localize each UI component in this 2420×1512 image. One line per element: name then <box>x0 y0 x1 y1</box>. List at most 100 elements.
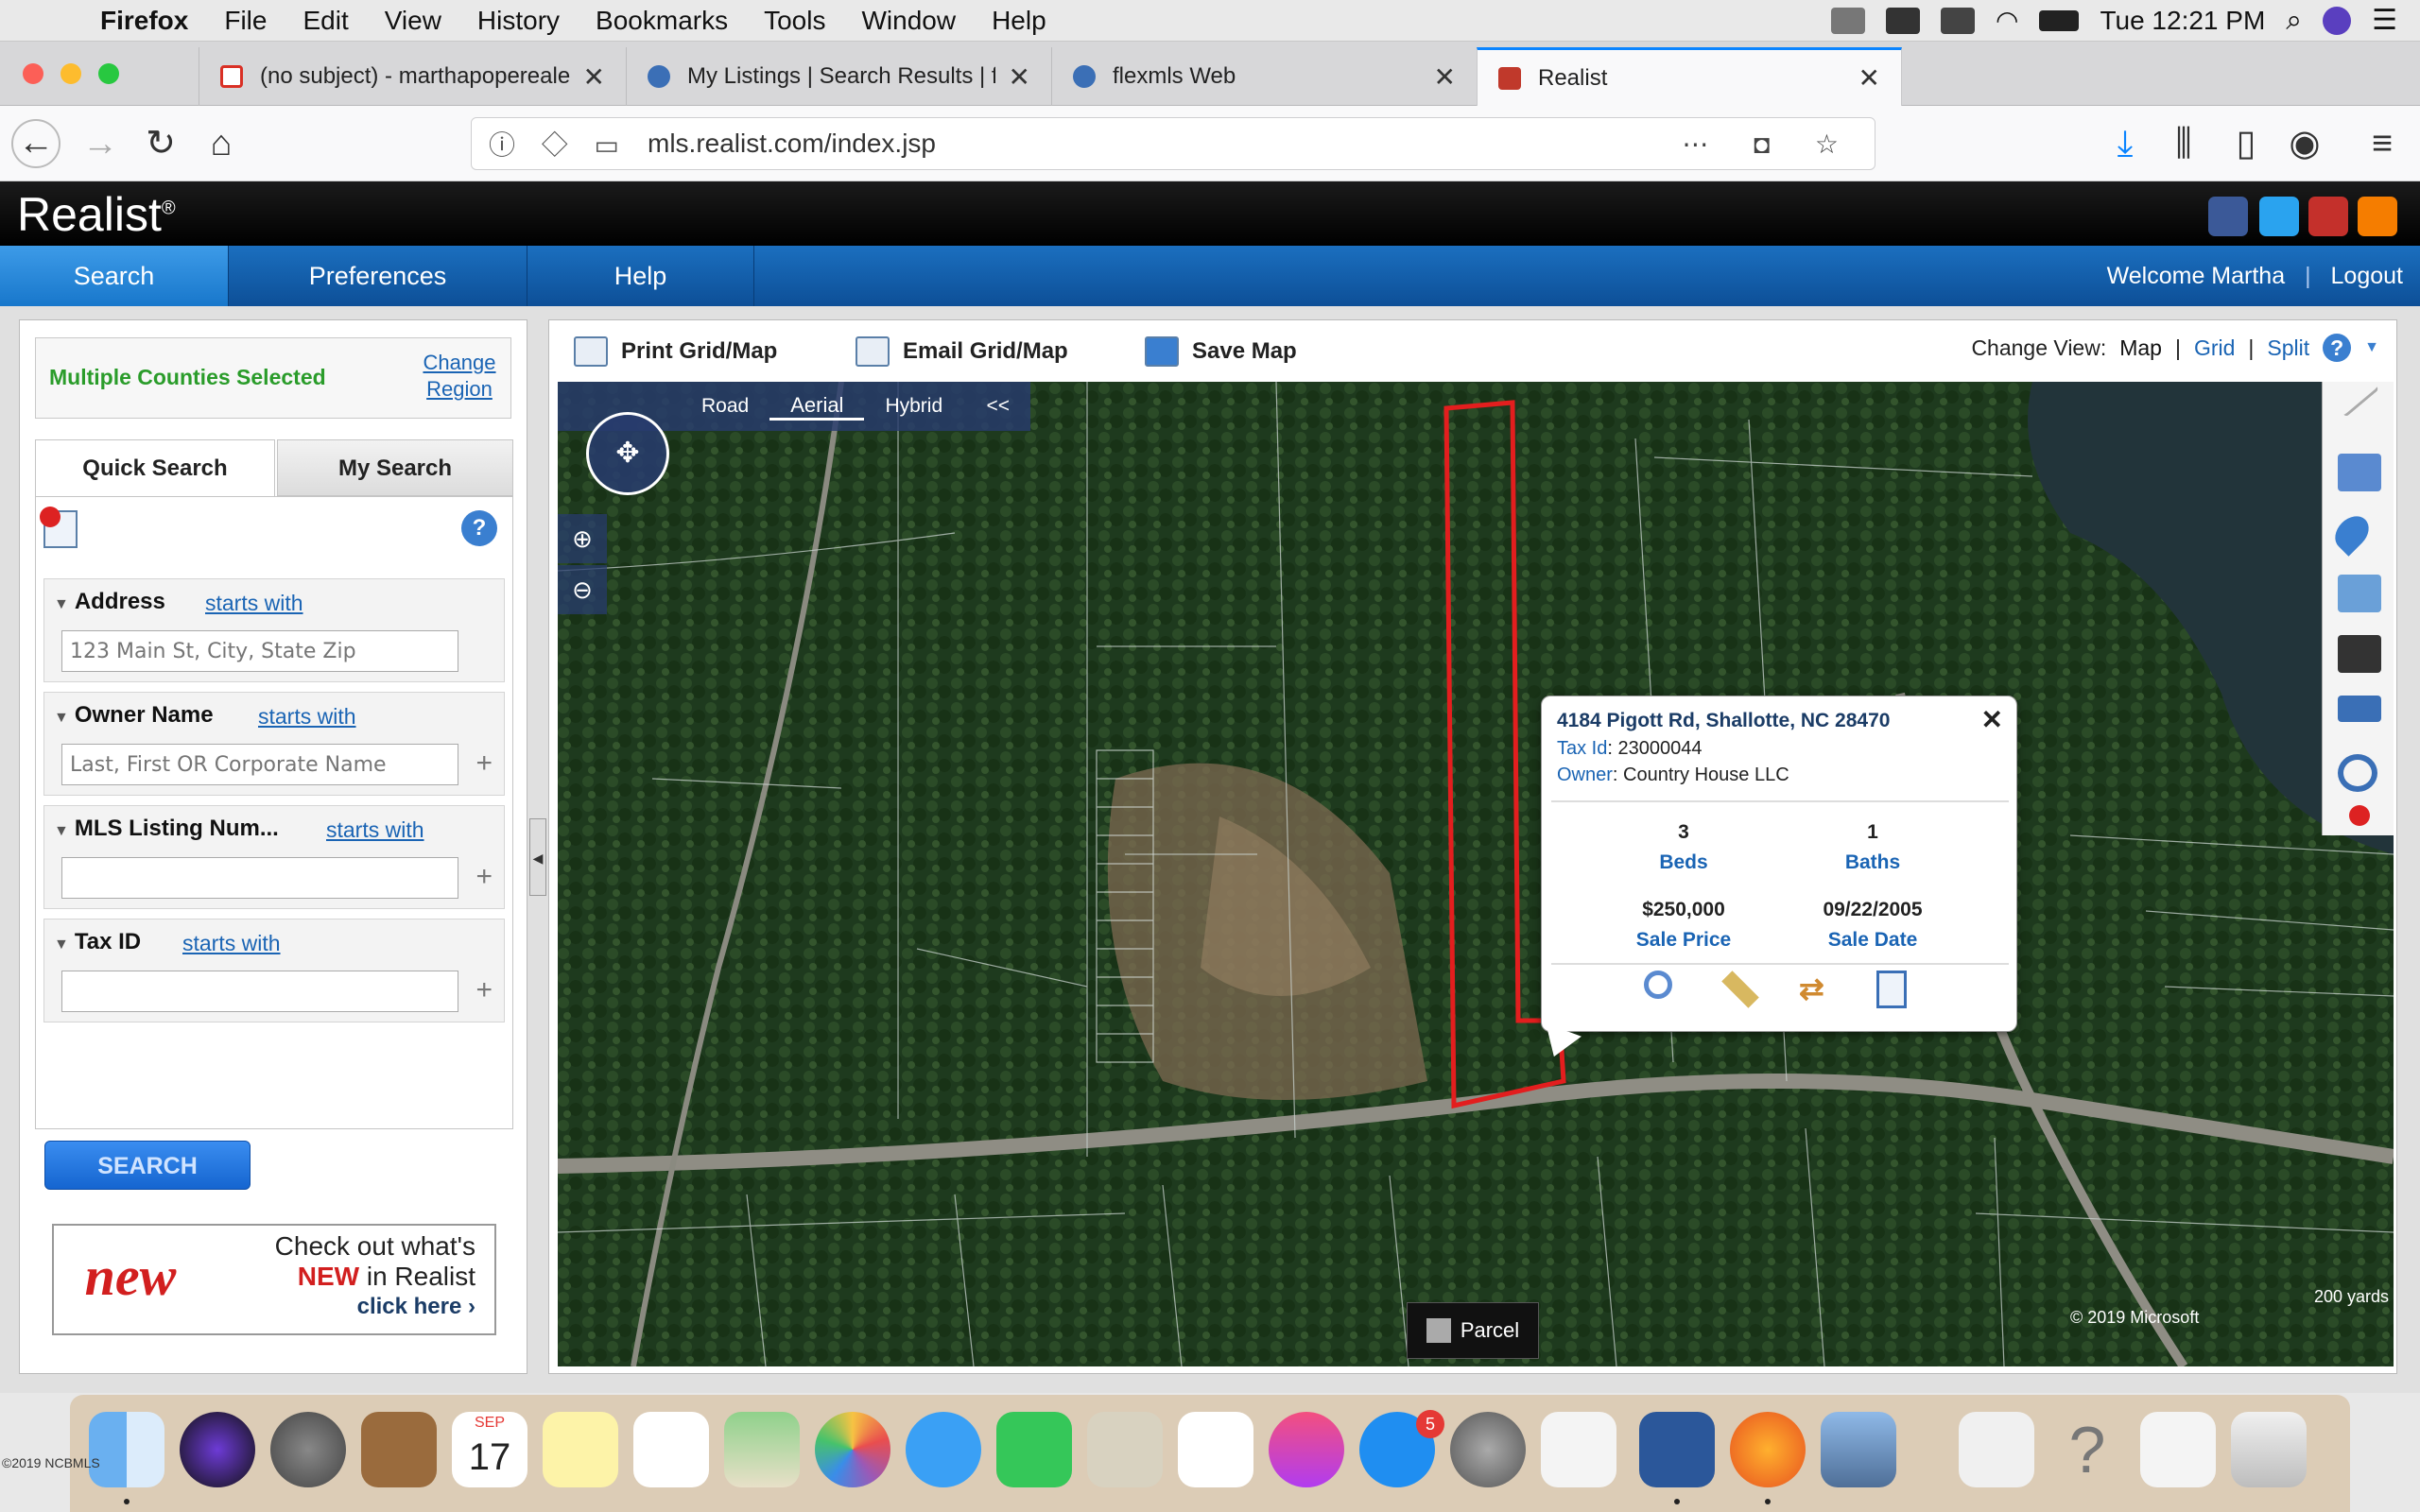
menu-app-name[interactable]: Firefox <box>60 6 206 36</box>
image-capture-icon[interactable] <box>1821 1412 1896 1487</box>
zoom-in-button[interactable]: ⊕ <box>558 514 607 563</box>
siri-icon[interactable] <box>2323 6 2352 35</box>
pan-compass-icon[interactable]: ✥ <box>586 412 669 495</box>
maps-icon[interactable] <box>724 1412 800 1487</box>
map-type-aerial[interactable]: Aerial <box>769 393 865 421</box>
draw-line-icon[interactable] <box>2340 382 2379 418</box>
add-field-icon[interactable]: + <box>475 974 493 1006</box>
facebook-icon[interactable] <box>2208 197 2248 236</box>
messages-icon[interactable] <box>906 1412 981 1487</box>
owner-name-input[interactable] <box>61 744 458 785</box>
menu-edit[interactable]: Edit <box>285 6 366 36</box>
microsoft-word-icon[interactable] <box>1639 1412 1715 1487</box>
itunes-icon[interactable] <box>1269 1412 1344 1487</box>
zoom-out-button[interactable]: ⊖ <box>558 565 607 614</box>
account-icon[interactable]: ◉ <box>2280 119 2329 168</box>
owner-starts-with-link[interactable]: starts with <box>258 704 356 730</box>
checkbox[interactable] <box>1426 1318 1451 1343</box>
wifi-icon[interactable]: ◠ <box>1996 5 2018 36</box>
close-icon[interactable]: ✕ <box>1434 61 1456 93</box>
change-region-link[interactable]: Change Region <box>422 350 497 403</box>
youtube-icon[interactable] <box>2308 197 2348 236</box>
property-address[interactable]: 4184 Pigott Rd, Shallotte, NC 28470 <box>1557 710 1890 732</box>
map-type-road[interactable]: Road <box>681 395 769 418</box>
collapse-triangle-icon[interactable]: ▼ <box>54 596 69 612</box>
tax-id-input[interactable] <box>61 971 458 1012</box>
close-icon[interactable]: ✕ <box>1009 61 1030 93</box>
browser-tab-gmail[interactable]: (no subject) - marthapopereale ✕ <box>199 47 626 106</box>
browser-tab-flexmls[interactable]: flexmls Web ✕ <box>1051 47 1477 106</box>
address-starts-with-link[interactable]: starts with <box>205 591 303 616</box>
firefox-icon[interactable] <box>1730 1412 1806 1487</box>
clock[interactable]: Tue 12:21 PM <box>2100 6 2265 36</box>
display-icon[interactable] <box>1886 7 1920 34</box>
whats-new-promo[interactable]: new Check out what's NEW in Realist clic… <box>52 1224 496 1335</box>
sidebar-icon[interactable]: ▯ <box>2221 119 2271 168</box>
select-area-icon[interactable] <box>2338 454 2381 491</box>
clear-form-icon[interactable] <box>40 507 78 548</box>
swap-arrows-icon[interactable]: ⇄ <box>1799 971 1837 1008</box>
nav-help[interactable]: Help <box>527 246 754 306</box>
page-actions-icon[interactable]: ⋯ ◘ ☆ <box>1682 129 1858 160</box>
binoculars-icon[interactable] <box>2338 635 2381 673</box>
finder-icon[interactable] <box>89 1412 164 1487</box>
preview-doc-icon[interactable] <box>1087 1412 1163 1487</box>
airplay-icon[interactable] <box>1941 7 1975 34</box>
nav-search[interactable]: Search <box>0 246 229 306</box>
add-field-icon[interactable]: + <box>475 747 493 780</box>
report-icon[interactable] <box>1876 971 1907 1008</box>
print-grid-map-button[interactable]: Print Grid/Map <box>574 330 777 373</box>
measure-ruler-icon[interactable] <box>1721 971 1759 1008</box>
back-button[interactable]: ← <box>11 119 60 168</box>
view-split[interactable]: Split <box>2267 335 2309 361</box>
remove-icon[interactable] <box>2349 805 2370 826</box>
window-close-button[interactable] <box>23 63 43 84</box>
numbers-icon[interactable] <box>1178 1412 1253 1487</box>
tab-quick-search[interactable]: Quick Search <box>35 439 275 498</box>
system-preferences-icon[interactable] <box>1450 1412 1526 1487</box>
nav-preferences[interactable]: Preferences <box>229 246 527 306</box>
siri-icon[interactable] <box>180 1412 255 1487</box>
parcel-toggle[interactable]: Parcel <box>1407 1302 1539 1359</box>
notes-icon[interactable] <box>543 1412 618 1487</box>
menu-window[interactable]: Window <box>843 6 974 36</box>
library-icon[interactable]: ⫼ <box>2159 119 2208 168</box>
search-button[interactable]: SEARCH <box>44 1141 251 1190</box>
add-field-icon[interactable]: + <box>475 861 493 893</box>
tax-starts-with-link[interactable]: starts with <box>182 931 281 956</box>
close-icon[interactable]: ✕ <box>1981 704 2003 735</box>
downloads-icon[interactable]: ⤓ <box>2100 119 2150 168</box>
document-icon[interactable] <box>1959 1412 2034 1487</box>
unknown-app-icon[interactable]: ? <box>2049 1412 2125 1487</box>
blogger-icon[interactable] <box>2358 197 2397 236</box>
collapse-map-types[interactable]: << <box>965 395 1030 418</box>
collapse-triangle-icon[interactable]: ▼ <box>54 710 69 726</box>
aerial-map[interactable]: Road Aerial Hybrid << ✥ ⊕ ⊖ Parcel © 201… <box>558 382 2394 1366</box>
home-button[interactable]: ⌂ <box>197 119 246 168</box>
forward-button[interactable]: → <box>76 119 125 168</box>
url-text[interactable]: mls.realist.com/index.jsp <box>648 129 936 159</box>
site-info-icon[interactable]: ⓘ ◇ ▭ <box>489 125 629 163</box>
spotlight-search-icon[interactable]: ⌕ <box>2286 5 2302 37</box>
pdf-document-icon[interactable] <box>2140 1412 2216 1487</box>
mls-starts-with-link[interactable]: starts with <box>326 817 424 843</box>
view-map[interactable]: Map <box>2119 335 2162 361</box>
photos-icon[interactable] <box>815 1412 890 1487</box>
chevron-down-icon[interactable]: ▼ <box>2364 339 2379 356</box>
help-icon[interactable]: ? <box>461 510 497 546</box>
reminders-icon[interactable] <box>633 1412 709 1487</box>
map-type-hybrid[interactable]: Hybrid <box>864 395 963 418</box>
twitter-icon[interactable] <box>2259 197 2299 236</box>
close-icon[interactable]: ✕ <box>583 61 605 93</box>
facetime-icon[interactable] <box>996 1412 1072 1487</box>
notification-center-icon[interactable]: ☰ <box>2372 4 2397 37</box>
menu-history[interactable]: History <box>459 6 578 36</box>
url-bar[interactable]: ⓘ ◇ ▭ mls.realist.com/index.jsp ⋯ ◘ ☆ <box>471 117 1876 170</box>
textedit-icon[interactable] <box>1541 1412 1616 1487</box>
window-zoom-button[interactable] <box>98 63 119 84</box>
contacts-icon[interactable] <box>361 1412 437 1487</box>
trash-icon[interactable] <box>2231 1412 2307 1487</box>
tab-my-search[interactable]: My Search <box>277 439 513 496</box>
save-map-button[interactable]: Save Map <box>1145 330 1297 373</box>
hamburger-menu-icon[interactable]: ≡ <box>2358 119 2407 168</box>
